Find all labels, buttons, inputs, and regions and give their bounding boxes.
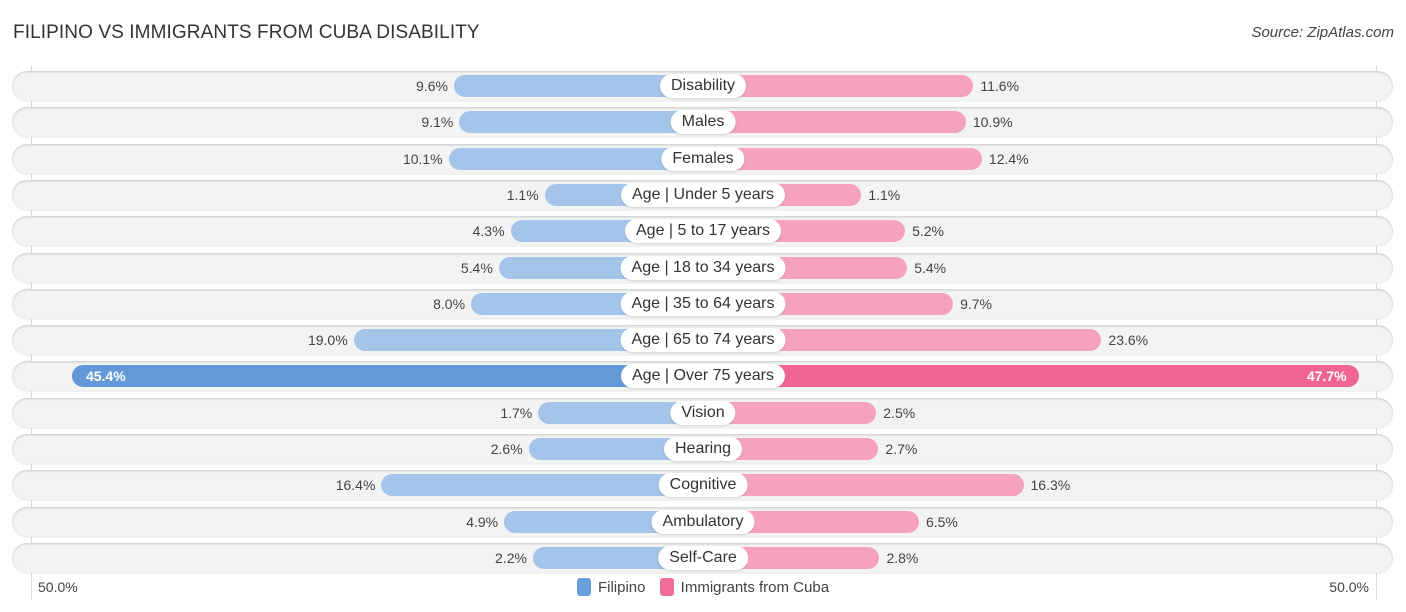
value-label-cuba: 12.4% [988, 150, 1029, 167]
category-label: Age | Over 75 years [621, 364, 785, 389]
legend-item-filipino[interactable]: Filipino [576, 578, 646, 596]
value-label-filipino: 5.4% [460, 259, 493, 276]
legend-swatch-filipino [576, 578, 591, 596]
category-label: Males [670, 110, 736, 135]
value-label-cuba: 6.5% [925, 513, 958, 530]
chart-row: 5.4% 5.4% Age | 18 to 34 years [12, 252, 1393, 283]
value-label-cuba: 47.7% [1306, 368, 1347, 385]
chart-row: 9.1% 10.9% Males [12, 107, 1393, 138]
value-label-filipino: 4.9% [466, 513, 499, 530]
chart-row: 2.6% 2.7% Hearing [12, 434, 1393, 464]
category-label: Age | Under 5 years [620, 182, 786, 207]
bar-cuba[interactable] [703, 111, 966, 134]
category-label: Age | 5 to 17 years [624, 219, 782, 244]
value-label-cuba: 2.8% [886, 549, 919, 566]
value-label-filipino: 16.4% [335, 477, 376, 494]
bar-filipino[interactable] [459, 111, 703, 134]
value-label-filipino: 2.2% [495, 549, 527, 566]
legend-item-cuba[interactable]: Immigrants from Cuba [659, 578, 830, 596]
category-label: Hearing [663, 437, 743, 461]
source-label: Source: ZipAtlas.com [1251, 24, 1394, 41]
value-label-filipino: 10.1% [402, 150, 443, 167]
value-label-cuba: 11.6% [980, 78, 1020, 94]
value-label-cuba: 10.9% [972, 114, 1013, 131]
value-label-cuba: 2.5% [883, 404, 916, 421]
value-label-filipino: 1.1% [506, 186, 539, 203]
value-label-cuba: 5.2% [912, 223, 944, 240]
category-label: Vision [670, 400, 736, 425]
value-label-filipino: 9.6% [416, 78, 448, 94]
value-label-filipino: 45.4% [85, 368, 126, 385]
chart-row: 4.9% 6.5% Ambulatory [12, 506, 1393, 537]
bar-filipino[interactable] [381, 474, 703, 497]
legend-swatch-cuba [659, 578, 674, 596]
chart-title: FILIPINO VS IMMIGRANTS FROM CUBA DISABIL… [13, 22, 480, 43]
category-label: Age | 65 to 74 years [620, 328, 786, 353]
category-label: Age | 18 to 34 years [620, 255, 786, 280]
chart-row: 19.0% 23.6% Age | 65 to 74 years [12, 325, 1393, 356]
value-label-cuba: 9.7% [960, 295, 993, 312]
category-label: Cognitive [658, 473, 748, 498]
chart-row: 16.4% 16.3% Cognitive [12, 470, 1393, 501]
category-label: Ambulatory [651, 509, 755, 534]
chart-row: 10.1% 12.4% Females [12, 143, 1393, 174]
chart-row: 1.1% 1.1% Age | Under 5 years [12, 179, 1393, 210]
category-label: Disability [659, 74, 747, 98]
chart-row: 9.6% 11.6% Disability [12, 71, 1393, 101]
category-label: Self-Care [658, 545, 748, 570]
value-label-filipino: 1.7% [500, 404, 533, 421]
value-label-filipino: 19.0% [307, 332, 348, 349]
value-label-cuba: 5.4% [914, 259, 947, 276]
value-label-filipino: 9.1% [421, 114, 454, 131]
category-label: Age | 35 to 64 years [620, 291, 786, 316]
bar-cuba[interactable] [703, 365, 1359, 388]
value-label-filipino: 8.0% [433, 295, 466, 312]
bar-cuba[interactable] [703, 147, 982, 170]
chart-row: 45.4% 47.7% Age | Over 75 years [12, 361, 1393, 392]
value-label-cuba: 23.6% [1108, 332, 1149, 349]
category-label: Females [661, 146, 745, 171]
chart-row: 2.2% 2.8% Self-Care [12, 542, 1393, 573]
legend-label-cuba: Immigrants from Cuba [680, 578, 830, 596]
legend-label-filipino: Filipino [597, 578, 646, 596]
value-label-filipino: 4.3% [472, 223, 505, 240]
value-label-filipino: 2.6% [490, 441, 523, 457]
value-label-cuba: 2.7% [885, 441, 918, 457]
bar-cuba[interactable] [703, 474, 1024, 497]
chart-row: 8.0% 9.7% Age | 35 to 64 years [12, 288, 1393, 319]
bar-filipino[interactable] [71, 365, 703, 388]
chart-row: 1.7% 2.5% Vision [12, 397, 1393, 428]
chart-row: 4.3% 5.2% Age | 5 to 17 years [12, 216, 1393, 247]
value-label-cuba: 16.3% [1030, 477, 1071, 494]
legend: Filipino Immigrants from Cuba [0, 578, 1406, 600]
value-label-cuba: 1.1% [868, 186, 901, 203]
